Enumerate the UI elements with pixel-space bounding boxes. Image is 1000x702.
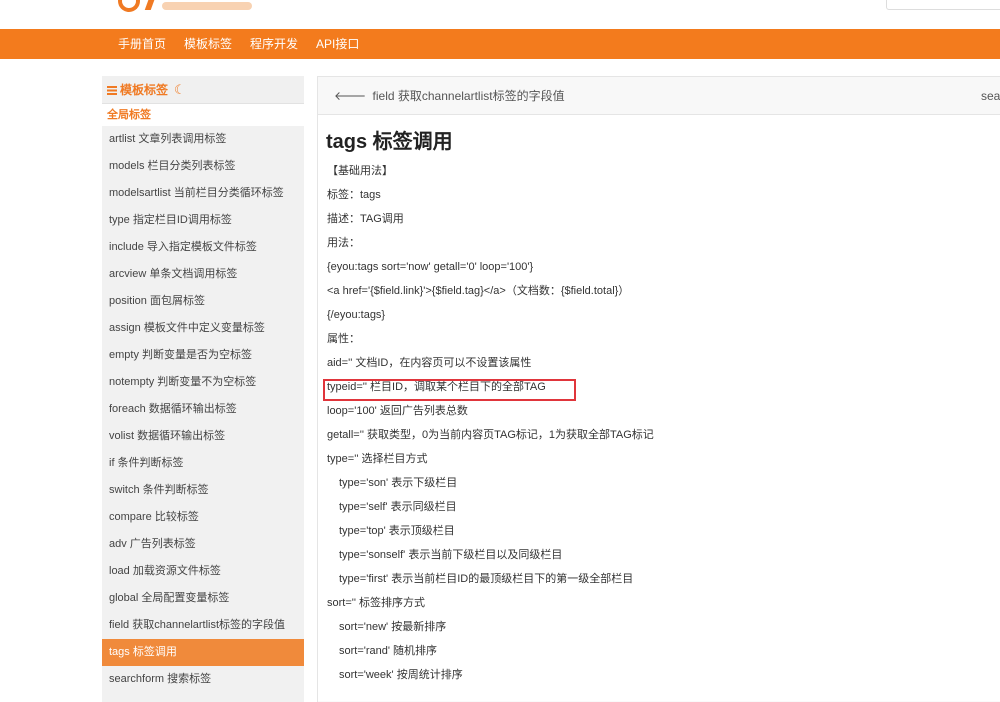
sidebar-item[interactable]: arcview 单条文档调用标签 xyxy=(102,261,304,288)
doc-line: sort='' 标签排序方式 xyxy=(327,597,426,609)
doc-line: type='top' 表示顶级栏目 xyxy=(339,525,455,537)
sidebar-item[interactable]: load 加载资源文件标签 xyxy=(102,558,304,585)
sidebar-item[interactable]: foreach 数据循环输出标签 xyxy=(102,396,304,423)
doc-line: type='' 选择栏目方式 xyxy=(327,453,428,465)
page-title: tags 标签调用 xyxy=(326,131,453,153)
sidebar-item[interactable]: modelsartlist 当前栏目分类循环标签 xyxy=(102,180,304,207)
doc-line: 描述：TAG调用 xyxy=(327,213,404,225)
top-header xyxy=(0,0,1000,28)
sidebar-item[interactable]: field 获取channelartlist标签的字段值 xyxy=(102,612,304,639)
nav-item-home[interactable]: 手册首页 xyxy=(118,29,166,59)
sidebar-group-title: 全局标签 xyxy=(102,104,304,126)
bottom-fade xyxy=(318,693,1000,702)
doc-line: sort='rand' 随机排序 xyxy=(339,645,438,657)
doc-line: 标签：tags xyxy=(327,189,381,201)
sidebar-header: 模板标签 ☾ xyxy=(102,76,304,104)
doc-line: <a href='{$field.link}'>{$field.tag}</a>… xyxy=(327,285,630,297)
sidebar-header-label: 模板标签 xyxy=(120,83,169,97)
highlight-box xyxy=(323,379,576,401)
doc-line: loop='100' 返回广告列表总数 xyxy=(327,405,468,417)
doc-line: getall='' 获取类型，0为当前内容页TAG标记，1为获取全部TAG标记 xyxy=(327,429,654,441)
logo-slash xyxy=(144,0,158,10)
logo-text-mark xyxy=(162,2,252,10)
doc-line: sort='week' 按周统计排序 xyxy=(339,669,463,681)
doc-line: {/eyou:tags} xyxy=(327,309,386,321)
sidebar-item[interactable]: include 导入指定模板文件标签 xyxy=(102,234,304,261)
nav-item-api[interactable]: API接口 xyxy=(316,29,359,59)
sidebar-list: artlist 文章列表调用标签 models 栏目分类列表标签 modelsart… xyxy=(102,126,304,693)
main-navbar: 手册首页 模板标签 程序开发 API接口 xyxy=(0,29,1000,59)
menu-icon xyxy=(107,86,117,95)
sidebar-item[interactable]: type 指定栏目ID调用标签 xyxy=(102,207,304,234)
sidebar-item[interactable]: global 全局配置变量标签 xyxy=(102,585,304,612)
sidebar-item[interactable]: notempty 判断变量不为空标签 xyxy=(102,369,304,396)
doc-line: 用法： xyxy=(327,237,360,249)
search-hint[interactable]: sear xyxy=(981,77,1000,115)
sidebar-item[interactable]: tags 标签调用 xyxy=(102,639,304,666)
sidebar-item[interactable]: if 条件判断标签 xyxy=(102,450,304,477)
sidebar-item[interactable]: volist 数据循环输出标签 xyxy=(102,423,304,450)
content-top-bar: 🡐 field 获取channelartlist标签的字段值 sear xyxy=(318,77,1000,115)
sidebar-item[interactable]: empty 判断变量是否为空标签 xyxy=(102,342,304,369)
doc-line: sort='new' 按最新排序 xyxy=(339,621,447,633)
doc-line: type='first' 表示当前栏目ID的最顶级栏目下的第一级全部栏目 xyxy=(339,573,634,585)
top-search-input[interactable] xyxy=(886,0,1000,10)
prev-link[interactable]: field 获取channelartlist标签的字段值 xyxy=(373,89,565,103)
sidebar-item[interactable]: compare 比较标签 xyxy=(102,504,304,531)
sidebar-item[interactable]: artlist 文章列表调用标签 xyxy=(102,126,304,153)
doc-line: type='son' 表示下级栏目 xyxy=(339,477,458,489)
nav-item-template-tags[interactable]: 模板标签 xyxy=(184,29,232,59)
nav-item-dev[interactable]: 程序开发 xyxy=(250,29,298,59)
sidebar: 模板标签 ☾ 全局标签 artlist 文章列表调用标签 models 栏目分类列表… xyxy=(102,76,304,702)
doc-line: type='sonself' 表示当前下级栏目以及同级栏目 xyxy=(339,549,563,561)
sidebar-item[interactable]: switch 条件判断标签 xyxy=(102,477,304,504)
doc-line: 【基础用法】 xyxy=(327,165,393,177)
doc-line: 属性： xyxy=(327,333,360,345)
sidebar-item[interactable]: searchform 搜索标签 xyxy=(102,666,304,693)
moon-icon[interactable]: ☾ xyxy=(174,76,186,104)
doc-line: type='self' 表示同级栏目 xyxy=(339,501,457,513)
sidebar-item[interactable]: position 面包屑标签 xyxy=(102,288,304,315)
sidebar-item[interactable]: adv 广告列表标签 xyxy=(102,531,304,558)
logo-icon[interactable] xyxy=(118,0,140,12)
main-content: 🡐 field 获取channelartlist标签的字段值 sear tags… xyxy=(317,76,1000,702)
doc-line: {eyou:tags sort='now' getall='0' loop='1… xyxy=(327,261,534,273)
doc-line: aid='' 文档ID，在内容页可以不设置该属性 xyxy=(327,357,532,369)
sidebar-item[interactable]: models 栏目分类列表标签 xyxy=(102,153,304,180)
sidebar-item[interactable]: assign 模板文件中定义变量标签 xyxy=(102,315,304,342)
arrow-left-icon[interactable]: 🡐 xyxy=(334,89,366,103)
